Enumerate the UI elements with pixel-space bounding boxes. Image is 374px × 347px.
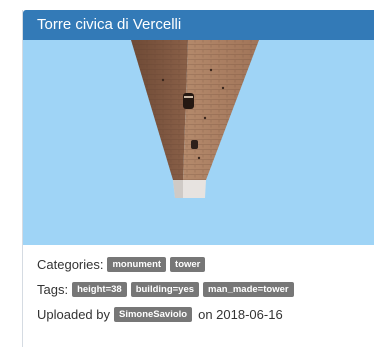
tag-badge[interactable]: height=38	[72, 282, 127, 297]
uploaded-prefix: Uploaded by	[37, 307, 110, 322]
category-badge[interactable]: tower	[170, 257, 206, 272]
tower-photo-icon	[131, 40, 259, 198]
feature-card: Torre civica di Vercelli Categories: mon…	[22, 10, 374, 347]
tag-badge[interactable]: man_made=tower	[203, 282, 294, 297]
card-title: Torre civica di Vercelli	[23, 10, 374, 40]
categories-label: Categories:	[37, 257, 104, 272]
upload-date: on 2018-06-16	[198, 307, 283, 322]
feature-photo[interactable]	[23, 40, 374, 245]
tags-label: Tags:	[37, 282, 69, 297]
tag-badge[interactable]: building=yes	[130, 282, 200, 297]
tags-line: Tags: height=38 building=yes man_made=to…	[37, 281, 374, 298]
category-badge[interactable]: monument	[107, 257, 167, 272]
card-meta: Categories: monument tower Tags: height=…	[23, 245, 374, 323]
uploader-badge[interactable]: SimoneSaviolo	[114, 307, 193, 322]
categories-line: Categories: monument tower	[37, 256, 374, 273]
uploaded-line: Uploaded by SimoneSaviolo on 2018-06-16	[37, 306, 374, 323]
